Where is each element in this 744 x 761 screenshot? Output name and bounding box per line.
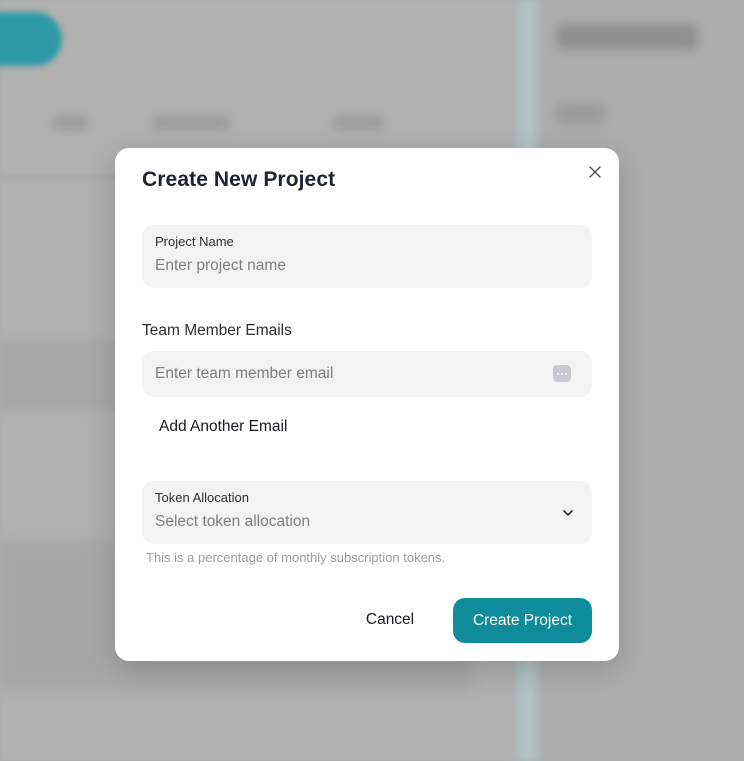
- token-allocation-label: Token Allocation: [155, 490, 249, 505]
- token-allocation-helper: This is a percentage of monthly subscrip…: [146, 550, 446, 565]
- background-column-header: [152, 116, 230, 130]
- background-side-title: [556, 24, 698, 50]
- project-name-input[interactable]: Enter project name: [155, 257, 286, 275]
- chevron-down-icon: [563, 510, 573, 516]
- create-project-button[interactable]: Create Project: [453, 598, 592, 643]
- password-manager-icon[interactable]: [553, 365, 571, 382]
- team-email-input[interactable]: Enter team member email: [142, 351, 592, 397]
- background-side-subtitle: [556, 104, 606, 124]
- project-name-label: Project Name: [155, 234, 234, 249]
- close-button[interactable]: [585, 162, 605, 182]
- token-allocation-select[interactable]: Token Allocation Select token allocation: [142, 481, 592, 544]
- dialog-title: Create New Project: [142, 168, 336, 191]
- background-column-header: [52, 116, 88, 130]
- team-emails-label: Team Member Emails: [142, 322, 292, 339]
- create-project-dialog: Create New Project Project Name Enter pr…: [115, 148, 619, 661]
- team-email-placeholder[interactable]: Enter team member email: [155, 365, 333, 383]
- token-allocation-value[interactable]: Select token allocation: [155, 513, 310, 531]
- cancel-button[interactable]: Cancel: [345, 598, 435, 642]
- add-email-button[interactable]: Add Another Email: [159, 418, 287, 436]
- background-primary-button: [0, 12, 62, 66]
- project-name-field[interactable]: Project Name Enter project name: [142, 225, 592, 288]
- close-icon: [589, 166, 601, 178]
- background-column-header: [332, 116, 384, 130]
